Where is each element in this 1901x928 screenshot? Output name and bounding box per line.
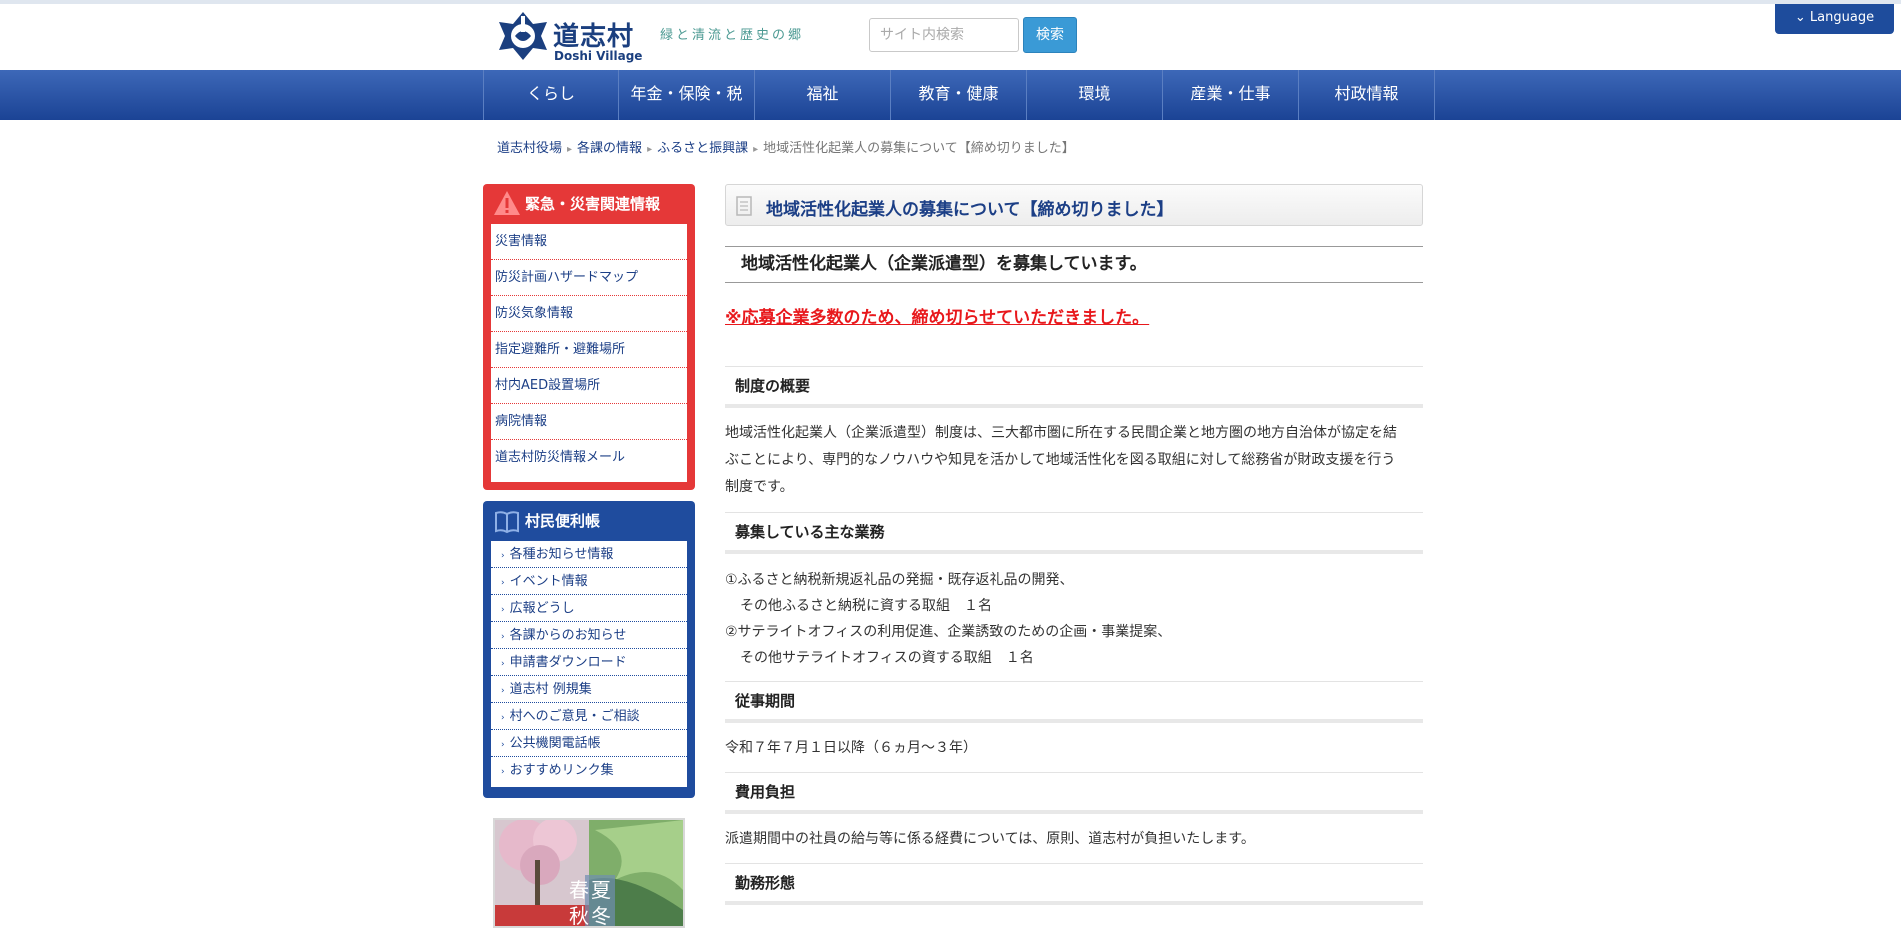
convenience-link-label: 広報どうし [509,601,575,616]
convenience-link-department-news[interactable]: › 各課からのお知らせ [491,622,687,649]
emergency-link-shelters[interactable]: 指定避難所・避難場所 [491,332,687,368]
seasons-photo-image: 春 夏 秋 冬 [495,820,683,926]
nav-item-environment[interactable]: 環境 [1027,70,1163,120]
convenience-link-newsletter[interactable]: › 広報どうし [491,595,687,622]
convenience-box: 村民便利帳 › 各種お知らせ情報 › イベント情報 › 広報どうし › 各課からのお知ら… [483,501,695,798]
chevron-right-icon: › [501,740,505,750]
duty-line: ②サテライトオフィスの利用促進、企業誘致のための企画・事業提案、 [725,624,1172,640]
convenience-link-label: 各種お知らせ情報 [509,547,614,562]
chevron-right-icon: › [501,767,505,777]
section-text-duties: ①ふるさと納税新規返礼品の発掘・既存返礼品の開発、 その他ふるさと納税に資する取… [725,567,1423,671]
banner-season-summer: 夏 [591,878,611,902]
breadcrumb-chevron-icon: ▸ [753,144,759,155]
duty-line: その他サテライトオフィスの資する取組 １名 [740,650,1034,666]
convenience-link-events[interactable]: › イベント情報 [491,568,687,595]
convenience-link-label: イベント情報 [509,574,588,589]
convenience-link-regulations[interactable]: › 道志村 例規集 [491,676,687,703]
chevron-right-icon: › [501,551,505,561]
emergency-link-aed[interactable]: 村内AED設置場所 [491,368,687,404]
page-title: 地域活性化起業人の募集について【締め切りました】 [766,200,1174,220]
convenience-box-header: 村民便利帳 [483,501,695,541]
breadcrumb-link-office[interactable]: 道志村役場 [497,141,562,156]
convenience-link-label: 公共機関電話帳 [509,736,601,751]
site-logo[interactable]: 道志村 Doshi Village [497,10,647,66]
chevron-right-icon: › [501,632,505,642]
emergency-link-list: 災害情報 防災計画ハザードマップ 防災気象情報 指定避難所・避難場所 村内AED… [491,224,687,482]
section-text-period: 令和７年７月１日以降（６ヵ月～３年） [725,740,977,756]
document-icon [736,196,752,216]
breadcrumb-chevron-icon: ▸ [647,144,653,155]
breadcrumb-link-furusato[interactable]: ふるさと振興課 [657,141,748,156]
convenience-box-title: 村民便利帳 [525,512,601,530]
duty-line: その他ふるさと納税に資する取組 １名 [740,598,992,614]
section-text-overview: 地域活性化起業人（企業派遣型）制度は、三大都市圏に所在する民間企業と地方圏の地方… [725,420,1423,501]
nav-item-pension[interactable]: 年金・保険・税 [619,70,755,120]
convenience-link-recommended[interactable]: › おすすめリンク集 [491,757,687,784]
overview-line: 地域活性化起業人（企業派遣型）制度は、三大都市圏に所在する民間企業と地方圏の地方… [725,425,1397,441]
breadcrumb-chevron-icon: ▸ [567,144,573,155]
breadcrumb-current: 地域活性化起業人の募集について【締め切りました】 [763,141,1075,156]
convenience-link-list: › 各種お知らせ情報 › イベント情報 › 広報どうし › 各課からのお知らせ › 申請書… [491,541,687,787]
emergency-link-mail[interactable]: 道志村防災情報メール [491,440,687,476]
duty-line: ①ふるさと納税新規返礼品の発掘・既存返礼品の開発、 [725,572,1074,588]
chevron-right-icon: › [501,659,505,669]
site-header: 道志村 Doshi Village 緑と清流と歴史の郷 検索 ⌄ Languag… [0,4,1901,70]
logo-subtitle: Doshi Village [554,49,643,63]
nav-item-education[interactable]: 教育・健康 [891,70,1027,120]
breadcrumb: 道志村役場 ▸ 各課の情報 ▸ ふるさと振興課 ▸ 地域活性化起業人の募集について【締め切り… [497,137,1075,156]
warning-icon [494,191,520,215]
banner-season-spring: 春 [569,878,589,902]
article-lead-heading: 地域活性化起業人（企業派遣型）を募集しています。 [725,246,1423,283]
emergency-box-header: 緊急・災害関連情報 [483,184,695,224]
overview-line: ぶことにより、専門的なノウハウや知見を活かして地域活性化を図る取組に対して総務省… [725,452,1396,468]
convenience-link-label: 各課からのお知らせ [509,628,627,643]
language-button[interactable]: ⌄ Language [1775,4,1894,34]
search-button[interactable]: 検索 [1023,17,1077,53]
site-tagline: 緑と清流と歴史の郷 [660,28,805,43]
convenience-link-phonebook[interactable]: › 公共機関電話帳 [491,730,687,757]
search-input[interactable] [869,18,1019,52]
section-text-cost: 派遣期間中の社員の給与等に係る経費については、原則、道志村が負担いたします。 [725,831,1255,847]
convenience-link-downloads[interactable]: › 申請書ダウンロード [491,649,687,676]
logo-title: 道志村 [553,22,635,52]
nav-item-kurashi[interactable]: くらし [483,70,619,120]
global-nav: くらし 年金・保険・税 福祉 教育・健康 環境 産業・仕事 村政情報 [0,70,1901,120]
section-heading-overview: 制度の概要 [725,366,1423,408]
village-emblem-icon [499,12,547,60]
overview-line: 制度です。 [725,479,794,495]
section-heading-cost: 費用負担 [725,772,1423,814]
emergency-link-hazard-map[interactable]: 防災計画ハザードマップ [491,260,687,296]
breadcrumb-link-departments[interactable]: 各課の情報 [577,141,642,156]
chevron-right-icon: › [501,605,505,615]
emergency-link-weather[interactable]: 防災気象情報 [491,296,687,332]
emergency-info-box: 緊急・災害関連情報 災害情報 防災計画ハザードマップ 防災気象情報 指定避難所・… [483,184,695,490]
section-heading-work-style: 勤務形態 [725,863,1423,905]
four-seasons-banner[interactable]: 春 夏 秋 冬 [493,818,685,928]
convenience-link-label: おすすめリンク集 [509,763,614,778]
nav-item-industry[interactable]: 産業・仕事 [1163,70,1299,120]
convenience-link-label: 申請書ダウンロード [509,655,627,670]
section-heading-duties: 募集している主な業務 [725,512,1423,554]
emergency-link-hospitals[interactable]: 病院情報 [491,404,687,440]
banner-season-winter: 冬 [591,904,611,926]
convenience-link-notices[interactable]: › 各種お知らせ情報 [491,541,687,568]
nav-item-administration[interactable]: 村政情報 [1299,70,1435,120]
deadline-notice: ※応募企業多数のため、締め切らせていただきました。 [725,308,1150,328]
emergency-box-title: 緊急・災害関連情報 [525,195,661,213]
convenience-link-label: 道志村 例規集 [509,682,592,697]
page-title-box: 地域活性化起業人の募集について【締め切りました】 [725,184,1423,226]
section-heading-period: 従事期間 [725,681,1423,723]
banner-season-autumn: 秋 [569,904,589,926]
chevron-right-icon: › [501,578,505,588]
emergency-link-disaster-info[interactable]: 災害情報 [491,224,687,260]
book-icon [495,511,519,534]
convenience-link-label: 村へのご意見・ご相談 [509,709,640,724]
chevron-right-icon: › [501,713,505,723]
chevron-right-icon: › [501,686,505,696]
convenience-link-feedback[interactable]: › 村へのご意見・ご相談 [491,703,687,730]
nav-item-welfare[interactable]: 福祉 [755,70,891,120]
